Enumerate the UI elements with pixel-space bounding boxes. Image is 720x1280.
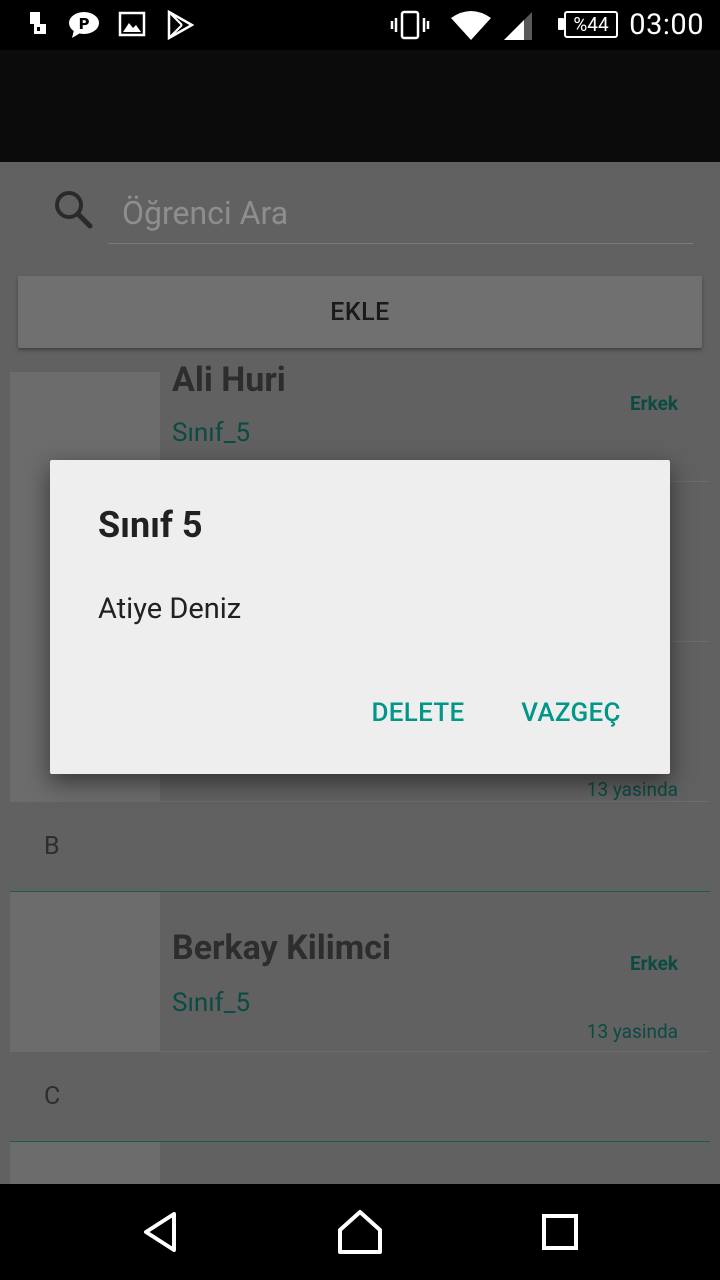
usb-debug-icon [30, 12, 46, 34]
battery-level: %44 [573, 13, 609, 36]
student-class: Sınıf_5 [172, 988, 251, 1018]
play-store-icon [167, 10, 194, 40]
student-name: Berkay Kilimci [172, 928, 391, 968]
battery-icon: %44 [564, 11, 618, 38]
vibrate-icon [390, 10, 430, 40]
student-age: 13 yasinda [586, 778, 678, 801]
wifi-icon [451, 11, 491, 40]
avatar [10, 1142, 160, 1184]
search-input[interactable] [108, 182, 693, 244]
section-header-c: C [10, 1052, 710, 1142]
home-icon[interactable] [332, 1204, 388, 1260]
student-gender: Erkek [629, 952, 678, 975]
section-label: B [44, 832, 60, 861]
dialog-message: Atiye Deniz [98, 592, 242, 626]
action-bar [0, 50, 720, 162]
svg-text:P: P [79, 15, 90, 33]
delete-button[interactable]: DELETE [358, 686, 478, 740]
delete-dialog: Sınıf 5 Atiye Deniz DELETE VAZGEÇ [50, 460, 670, 774]
avatar [10, 892, 160, 1052]
back-icon[interactable] [132, 1204, 188, 1260]
navigation-bar [0, 1184, 720, 1280]
list-item[interactable] [10, 1142, 710, 1184]
image-icon [118, 11, 146, 37]
search-icon [55, 191, 93, 229]
cancel-button[interactable]: VAZGEÇ [506, 686, 636, 740]
student-age: 13 yasinda [586, 1020, 678, 1043]
student-gender: Erkek [629, 392, 678, 415]
section-header-b: B [10, 802, 710, 892]
dialog-title: Sınıf 5 [98, 504, 203, 546]
recents-icon[interactable] [532, 1204, 588, 1260]
section-label: C [44, 1082, 61, 1111]
student-name: Ali Huri [172, 360, 286, 400]
student-class: Sınıf_5 [172, 418, 251, 448]
signal-icon [504, 12, 532, 40]
status-bar: P %44 03:00 [0, 0, 720, 50]
clock: 03:00 [629, 8, 704, 42]
chat-icon: P [69, 12, 99, 38]
add-button[interactable]: EKLE [18, 276, 702, 348]
search-row [0, 162, 720, 258]
list-item[interactable]: Berkay Kilimci Sınıf_5 Erkek 13 yasinda [10, 892, 710, 1052]
